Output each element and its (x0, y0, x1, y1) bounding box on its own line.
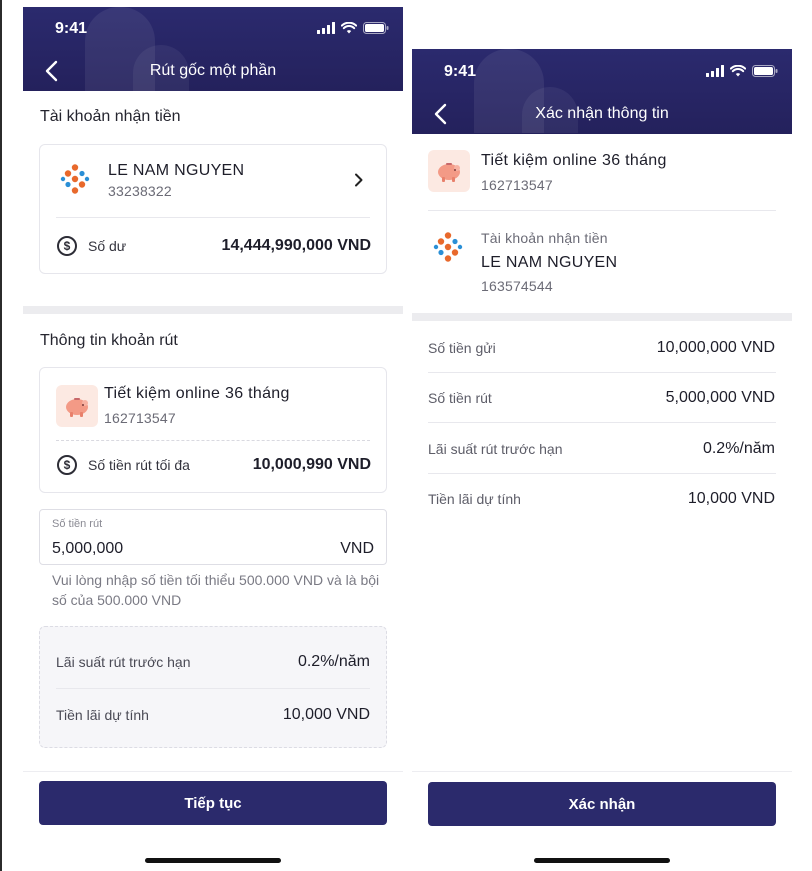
header: 9:41 Xác nhận thông tin (412, 49, 792, 134)
divider (428, 210, 776, 211)
account-name: LE NAM NGUYEN (108, 162, 245, 179)
savings-name: Tiết kiệm online 36 tháng (104, 385, 290, 402)
dollar-circle-icon: $ (57, 236, 77, 256)
status-icons (317, 22, 389, 34)
piggy-bank-icon (56, 385, 98, 427)
withdraw-amount-input[interactable] (52, 540, 322, 558)
continue-button[interactable]: Tiếp tục (39, 781, 387, 825)
savings-name: Tiết kiệm online 36 tháng (481, 152, 667, 169)
interest-summary: Lãi suất rút trước hạn 0.2%/năm Tiền lãi… (39, 626, 387, 748)
section-title-receiving: Tài khoản nhận tiền (40, 108, 181, 125)
wifi-icon (341, 22, 357, 34)
account-name: LE NAM NGUYEN (481, 254, 618, 271)
balance-label: Số dư (88, 238, 127, 254)
divider (428, 372, 776, 373)
savings-card: Tiết kiệm online 36 tháng 162713547 $ Số… (39, 367, 387, 493)
chevron-right-icon[interactable] (354, 173, 364, 187)
confirm-button[interactable]: Xác nhận (428, 782, 776, 826)
battery-icon (363, 22, 389, 34)
max-withdraw-value: 10,000,990 VND (252, 456, 371, 473)
balance-value: 14,444,990,000 VND (221, 237, 371, 254)
page-title: Xác nhận thông tin (535, 105, 669, 122)
battery-icon (752, 65, 778, 77)
deposit-amount-value: 10,000,000 VND (656, 339, 775, 356)
estimated-interest-label: Tiền lãi dự tính (428, 491, 521, 507)
early-rate-label: Lãi suất rút trước hạn (428, 441, 563, 457)
receiving-account-label: Tài khoản nhận tiền (481, 230, 608, 246)
estimated-interest-label: Tiền lãi dự tính (56, 707, 149, 723)
withdraw-screen: 9:41 Rút gốc một phần Tài khoản nhận tiề… (23, 7, 403, 871)
bank-logo-icon (433, 232, 463, 262)
signal-icon (317, 22, 335, 34)
withdraw-amount-label: Số tiền rút (428, 390, 492, 406)
divider (428, 473, 776, 474)
early-rate-label: Lãi suất rút trước hạn (56, 654, 191, 670)
home-indicator (534, 858, 670, 863)
piggy-bank-icon (428, 150, 470, 192)
savings-number: 162713547 (104, 410, 176, 426)
estimated-interest-value: 10,000 VND (282, 706, 370, 723)
wifi-icon (730, 65, 746, 77)
status-time: 9:41 (55, 20, 88, 37)
status-icons (706, 65, 778, 77)
early-rate-value: 0.2%/năm (297, 653, 370, 670)
estimated-interest-value: 10,000 VND (687, 490, 775, 507)
footer-divider (23, 771, 403, 772)
dollar-circle-icon: $ (57, 455, 77, 475)
savings-number: 162713547 (481, 177, 553, 193)
page-title: Rút gốc một phần (149, 62, 277, 79)
withdraw-amount-label: Số tiền rút (52, 518, 103, 530)
confirm-screen: 9:41 Xác nhận thông tin Tiết kiệm online… (412, 49, 792, 871)
signal-icon (706, 65, 724, 77)
early-rate-value: 0.2%/năm (702, 440, 775, 457)
section-separator (412, 313, 792, 321)
bank-logo-icon (60, 164, 90, 194)
currency-unit: VND (340, 540, 374, 557)
deposit-amount-label: Số tiền gửi (428, 340, 496, 356)
divider (56, 688, 370, 689)
window-edge (0, 0, 2, 871)
account-number: 163574544 (481, 278, 553, 294)
max-withdraw-label: Số tiền rút tối đa (88, 457, 190, 473)
amount-hint: Vui lòng nhập số tiền tối thiểu 500.000 … (52, 572, 380, 608)
section-separator (23, 306, 403, 314)
header: 9:41 Rút gốc một phần (23, 7, 403, 91)
divider (56, 440, 370, 441)
account-number: 33238322 (108, 183, 172, 199)
withdraw-amount-value: 5,000,000 VND (665, 389, 775, 406)
divider (428, 422, 776, 423)
section-title-withdraw: Thông tin khoản rút (40, 332, 178, 349)
home-indicator (145, 858, 281, 863)
divider (56, 217, 370, 218)
withdraw-amount-field[interactable]: Số tiền rút VND (39, 509, 387, 565)
receiving-account-card[interactable]: LE NAM NGUYEN 33238322 $ Số dư 14,444,99… (39, 144, 387, 274)
status-time: 9:41 (444, 63, 477, 80)
footer-divider (412, 771, 792, 772)
